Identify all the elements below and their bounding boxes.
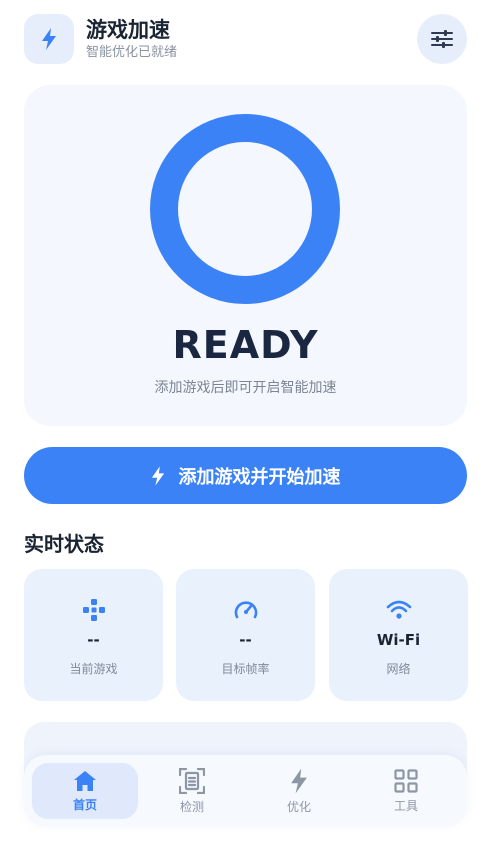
- nav-item-detect[interactable]: 检测: [139, 763, 245, 819]
- home-icon: [74, 770, 96, 791]
- network-card[interactable]: Wi-Fi 网络: [329, 569, 468, 701]
- nav-label-tools: 工具: [393, 798, 418, 813]
- app-subtitle: 智能优化已就绪: [86, 45, 178, 60]
- sliders-icon: [431, 30, 453, 48]
- status-ring: [150, 114, 340, 304]
- network-label: 网络: [386, 662, 411, 676]
- nav-item-home[interactable]: 首页: [32, 763, 138, 819]
- section-title: 实时状态: [24, 532, 104, 556]
- speedometer-icon: [234, 601, 257, 619]
- wifi-icon: [386, 600, 411, 619]
- status-hero-card: READY 添加游戏后即可开启智能加速: [24, 85, 467, 426]
- nav-label-optimize: 优化: [286, 799, 311, 814]
- network-value: Wi-Fi: [376, 631, 421, 649]
- app-logo: [24, 14, 74, 64]
- app-title: 游戏加速: [86, 18, 170, 42]
- current-game-card[interactable]: -- 当前游戏: [24, 569, 163, 701]
- nav-item-tools[interactable]: 工具: [353, 763, 459, 819]
- nav-label-detect: 检测: [179, 799, 204, 814]
- nav-item-optimize[interactable]: 优化: [246, 763, 352, 819]
- bolt-icon: [151, 465, 164, 486]
- nav-label-home: 首页: [72, 797, 97, 812]
- target-fps-card[interactable]: -- 目标帧率: [176, 569, 315, 701]
- gamepad-icon: [82, 599, 105, 621]
- bottom-nav: 首页 检测 优化 工具: [24, 755, 467, 827]
- current-game-value: --: [87, 631, 100, 649]
- status-hint: 添加游戏后即可开启智能加速: [154, 380, 337, 396]
- cta-label: 添加游戏并开始加速: [178, 466, 341, 488]
- current-game-label: 当前游戏: [69, 662, 118, 676]
- settings-button[interactable]: [417, 14, 467, 64]
- scan-icon: [179, 767, 205, 794]
- target-fps-label: 目标帧率: [221, 662, 270, 676]
- target-fps-value: --: [239, 631, 252, 649]
- status-label: READY: [172, 323, 319, 367]
- add-game-start-button[interactable]: 添加游戏并开始加速: [24, 447, 467, 504]
- bolt-icon: [291, 768, 307, 793]
- bolt-icon: [42, 28, 56, 50]
- app-header: 游戏加速 智能优化已就绪: [24, 14, 467, 66]
- header-titles: 游戏加速 智能优化已就绪: [86, 16, 177, 62]
- grid-icon: [394, 768, 418, 793]
